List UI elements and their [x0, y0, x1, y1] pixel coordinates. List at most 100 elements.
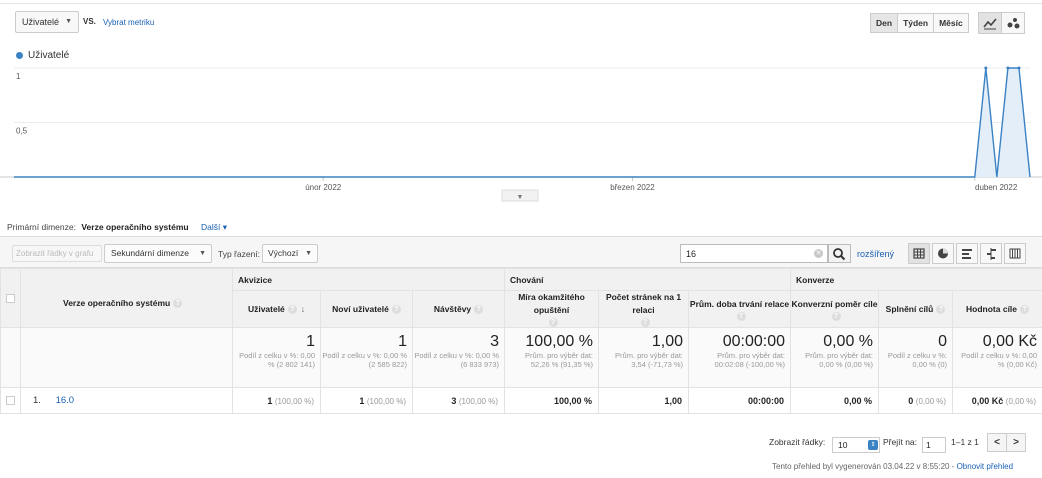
- row-index: 1.: [33, 395, 41, 407]
- performance-view-button[interactable]: [956, 243, 978, 264]
- advanced-filter-link[interactable]: rozšířený: [857, 249, 894, 259]
- table-search-input[interactable]: [680, 244, 828, 263]
- group-header-acquisition: Akvizice: [232, 268, 505, 291]
- help-icon[interactable]: ?: [736, 311, 746, 321]
- help-icon[interactable]: ?: [936, 304, 946, 314]
- pie-chart-icon: [938, 248, 948, 259]
- column-header[interactable]: Míra okamžitého opuštění?: [504, 289, 599, 329]
- select-all-cell: [0, 267, 21, 329]
- row-metric-value: 0,00 Kč: [971, 395, 1004, 406]
- total-subtext: Podíl z celku v %: 0,00 % (0): [887, 351, 948, 370]
- column-header-label: Noví uživatelé: [332, 303, 389, 314]
- line-chart-button[interactable]: [978, 12, 1002, 34]
- search-button[interactable]: [828, 244, 851, 263]
- table-view-toggle: [906, 243, 1026, 264]
- column-header[interactable]: Počet stránek na 1 relaci?: [598, 289, 689, 329]
- motion-chart-button[interactable]: [1001, 12, 1025, 34]
- help-icon[interactable]: ?: [831, 311, 841, 321]
- help-icon[interactable]: ?: [474, 304, 484, 314]
- row-metric-cell: 0,00 %: [790, 387, 880, 415]
- y-tick-label: 1: [16, 72, 21, 81]
- metric-dropdown-label: Uživatelé: [22, 17, 60, 27]
- column-header-label: Návštěvy: [433, 303, 472, 314]
- period-month-button[interactable]: Měsíc: [933, 13, 969, 33]
- total-value: 1: [306, 333, 315, 351]
- sort-type-value: Výchozí: [268, 248, 299, 258]
- group-header-behavior: Chování: [503, 268, 792, 291]
- pagination-nav: < >: [987, 433, 1026, 452]
- row-metric-cell: 1 (100,00 %): [232, 387, 321, 415]
- clear-icon[interactable]: ✕: [814, 249, 823, 258]
- x-tick-label: únor 2022: [305, 183, 342, 192]
- group-header-conversions: Konverze: [790, 268, 1042, 291]
- row-dimension-cell: 1. 16.0: [20, 387, 233, 415]
- help-icon[interactable]: ?: [287, 304, 297, 314]
- show-rows-value: 10: [838, 440, 848, 450]
- chevron-down-icon: ▼: [199, 250, 206, 257]
- help-icon[interactable]: ?: [640, 318, 650, 328]
- row-metric-percent: (100,00 %): [366, 396, 406, 406]
- line-chart-icon: [983, 18, 997, 30]
- metric-dropdown[interactable]: Uživatelé ▼: [15, 11, 79, 33]
- column-header[interactable]: Noví uživatelé?: [320, 289, 413, 329]
- column-header[interactable]: Hodnota cíle?: [952, 289, 1042, 329]
- plot-rows-button: Zobrazit řádky v grafu: [12, 245, 102, 262]
- percentage-view-button[interactable]: [932, 243, 954, 264]
- column-header-label: Uživatelé: [247, 303, 285, 314]
- column-header[interactable]: Splnění cílů?: [878, 289, 954, 329]
- column-header[interactable]: Prům. doba trvání relace?: [687, 289, 792, 329]
- row-metric-cell: 00:00:00: [687, 387, 792, 415]
- column-header-label: Hodnota cíle: [966, 303, 1018, 314]
- data-view-button[interactable]: [908, 243, 930, 264]
- column-header-label: Splnění cílů: [885, 303, 934, 314]
- row-metric-cell: 100,00 %: [504, 387, 599, 415]
- comparison-view-button[interactable]: [980, 243, 1002, 264]
- total-cell: 0,00 Kč Podíl z celku v %: 0,00 % (0,00 K…: [952, 327, 1042, 389]
- refresh-report-link[interactable]: Obnovit přehled: [957, 462, 1013, 471]
- period-week-button[interactable]: Týden: [897, 13, 935, 33]
- help-icon[interactable]: ?: [1020, 304, 1030, 314]
- period-day-button[interactable]: Den: [870, 13, 899, 33]
- help-icon[interactable]: ?: [391, 304, 401, 314]
- column-header[interactable]: Konverzní poměr cíle?: [790, 289, 880, 329]
- sort-type-dropdown[interactable]: Výchozí ▼: [262, 244, 318, 263]
- show-rows-label: Zobrazit řádky:: [769, 437, 826, 447]
- collapse-chart-handle[interactable]: ▼: [501, 189, 539, 202]
- total-subtext: Podíl z celku v %: 0,00 % (0,00 Kč): [961, 351, 1038, 370]
- pick-metric-link[interactable]: Vybrat metriku: [103, 18, 154, 27]
- report-generated-note: Tento přehled byl vygenerován 03.04.22 v…: [772, 462, 1013, 471]
- goto-page-input[interactable]: 1: [922, 437, 946, 453]
- prev-page-button[interactable]: <: [987, 433, 1007, 452]
- primary-dimension-bar: Primární dimenze: Verze operačního systé…: [7, 222, 227, 233]
- total-cell: 1 Podíl z celku v %: 0,00 % (2 585 822): [320, 327, 413, 389]
- column-header-label: Míra okamžitého opuštění: [518, 292, 585, 315]
- total-cell: 100,00 % Prům. pro výběr dat: 52,26 % (91…: [504, 327, 599, 389]
- secondary-dimension-dropdown[interactable]: Sekundární dimenze ▼: [104, 244, 212, 263]
- row-metric-value: 100,00 %: [553, 395, 592, 406]
- chevron-down-icon: ▼: [517, 194, 524, 201]
- report-table: Verze operačního systému? Akvizice Chová…: [0, 267, 1042, 415]
- column-header[interactable]: Uživatelé? ↓: [232, 289, 321, 329]
- more-dimensions-link[interactable]: Další ▾: [201, 222, 227, 232]
- row-metric-value: 00:00:00: [747, 395, 785, 406]
- chevron-down-icon: ▼: [65, 18, 72, 25]
- total-value: 0,00 Kč: [982, 333, 1038, 351]
- row-dimension-link[interactable]: 16.0: [56, 395, 75, 406]
- total-value: 00:00:00: [722, 333, 786, 351]
- column-header-label: Konverzní poměr cíle: [791, 298, 878, 309]
- help-icon[interactable]: ?: [173, 299, 183, 309]
- pivot-view-button[interactable]: [1004, 243, 1026, 264]
- next-page-button[interactable]: >: [1006, 433, 1026, 452]
- select-all-checkbox[interactable]: [6, 293, 15, 303]
- data-point: [984, 66, 988, 70]
- row-checkbox[interactable]: [6, 396, 15, 406]
- help-icon[interactable]: ?: [548, 318, 558, 328]
- total-value: 100,00 %: [525, 333, 593, 351]
- dimension-header: Verze operačního systému?: [20, 267, 233, 329]
- totals-dimension-cell: [20, 327, 233, 389]
- goto-label: Přejít na:: [883, 437, 918, 447]
- column-header[interactable]: Návštěvy?: [412, 289, 505, 329]
- total-subtext: Podíl z celku v %: 0,00 % (2 585 822): [322, 351, 407, 370]
- show-rows-select[interactable]: 10 ⇕: [832, 437, 880, 453]
- total-value: 1: [398, 333, 407, 351]
